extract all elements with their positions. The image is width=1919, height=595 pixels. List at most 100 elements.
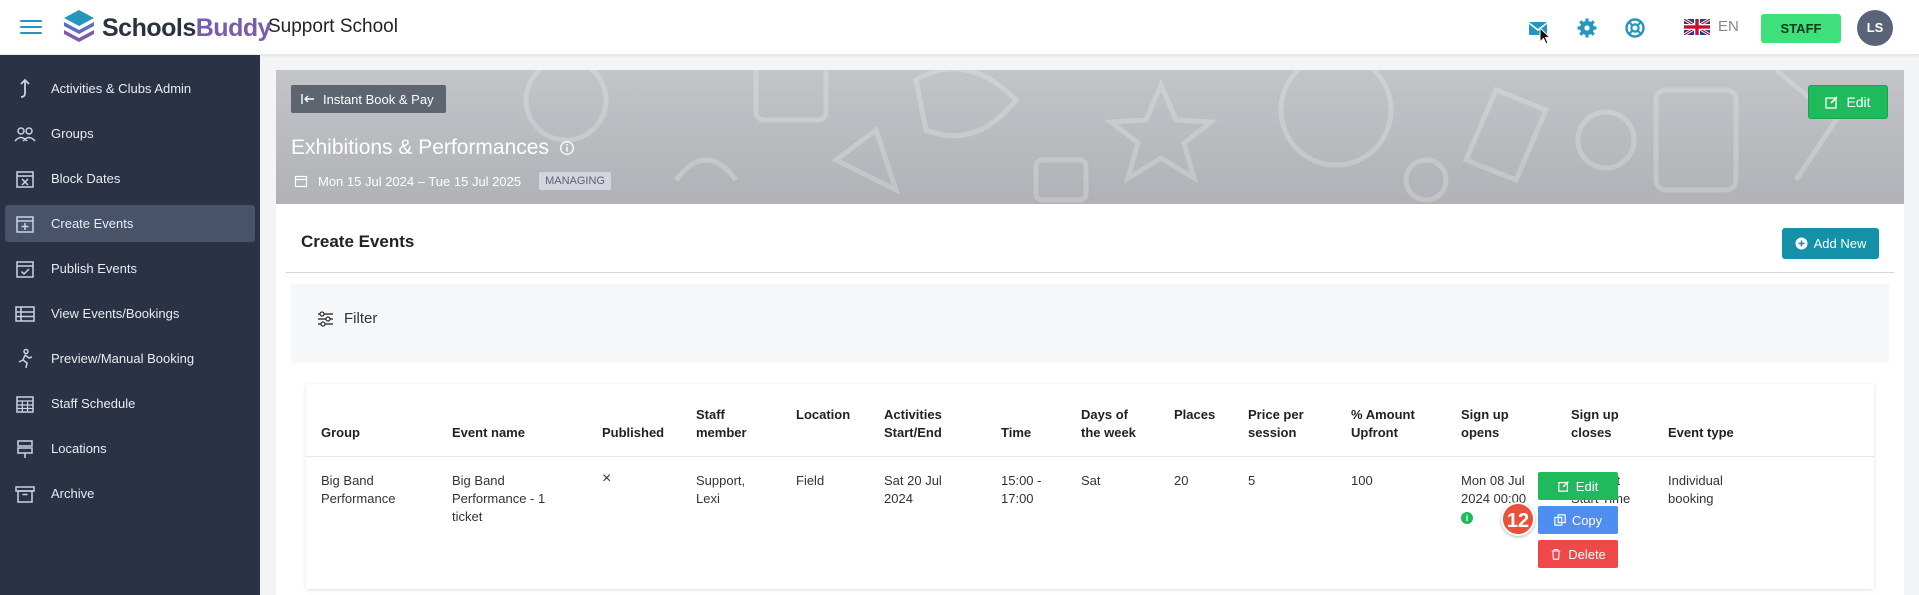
sidebar-item-label: Preview/Manual Booking [51, 351, 195, 366]
logo-text: SchoolsBuddy [102, 13, 272, 43]
staff-role-button[interactable]: STAFF [1761, 14, 1841, 43]
cell-line: Performance [321, 491, 396, 506]
column-header-location: Location [796, 407, 851, 422]
plus-circle-icon [1795, 237, 1808, 250]
row-edit-button[interactable]: Edit [1538, 472, 1618, 500]
trash-icon [1551, 548, 1561, 560]
events-table: Group Event name Published Staff member L… [306, 384, 1874, 589]
header-line: member [696, 425, 747, 440]
logo-icon [64, 10, 94, 42]
filter-label: Filter [344, 310, 378, 327]
sidebar-item-archive[interactable]: Archive [5, 475, 255, 512]
sidebar-item-label: Archive [51, 486, 95, 501]
cell-price: 5 [1248, 473, 1256, 488]
header-line: % Amount [1351, 407, 1415, 422]
row-delete-button[interactable]: Delete [1538, 540, 1618, 568]
edit-icon [1825, 96, 1839, 109]
help-lifebuoy-icon[interactable] [1623, 16, 1647, 40]
column-header-published: Published [602, 425, 665, 440]
column-header-sign-up-closes: Sign up closes [1571, 406, 1619, 442]
column-header-activities-start-end: Activities Start/End [884, 406, 942, 442]
sidebar-item-label: Block Dates [51, 171, 121, 186]
step-number-badge: 12 [1501, 502, 1535, 536]
sidebar-item-locations[interactable]: Locations [5, 430, 255, 467]
cell-line: Support, [696, 473, 746, 488]
divider [286, 272, 1894, 273]
cell-line: Big Band [452, 473, 505, 488]
row-copy-label: Copy [1571, 512, 1603, 528]
sidebar-item-groups[interactable]: Groups [5, 115, 255, 152]
cell-upfront: 100 [1351, 473, 1373, 488]
sidebar-item-preview-manual-booking[interactable]: Preview/Manual Booking [5, 340, 255, 377]
add-new-event-button[interactable]: Add New [1782, 228, 1879, 259]
cell-activities-start: Sat 20 Jul 2024 [884, 472, 942, 508]
header-line: Upfront [1351, 425, 1398, 440]
mouse-cursor-icon [1539, 27, 1551, 45]
sidebar-item-label: View Events/Bookings [51, 306, 180, 321]
language-selector[interactable]: EN [1684, 18, 1739, 35]
sidebar-item-create-events[interactable]: Create Events [5, 205, 255, 242]
cell-line: 2024 [884, 491, 913, 506]
column-header-days-of-week: Days of the week [1081, 406, 1136, 442]
header-line: Sign up [1461, 407, 1509, 422]
cell-line: booking [1668, 491, 1714, 506]
uk-flag-icon [1684, 18, 1710, 35]
edit-button-label: Edit [1846, 94, 1871, 110]
column-header-staff-member: Staff member [696, 406, 747, 442]
row-edit-label: Edit [1575, 478, 1599, 494]
row-copy-button[interactable]: Copy [1538, 506, 1618, 534]
header-line: Activities [884, 407, 942, 422]
filter-toggle[interactable]: Filter [317, 310, 377, 327]
sidebar-item-publish-events[interactable]: Publish Events [5, 250, 255, 287]
column-header-places: Places [1174, 407, 1216, 422]
event-banner: Instant Book & Pay Edit Exhibitions & Pe… [276, 70, 1904, 204]
sidebar: Activities & Clubs Admin Groups Block Da… [0, 55, 260, 595]
header-line: Days of [1081, 407, 1128, 422]
archive-box-icon [15, 485, 35, 503]
header-line: Start/End [884, 425, 942, 440]
sidebar-item-label: Activities & Clubs Admin [51, 81, 192, 96]
back-to-instant-book-button[interactable]: Instant Book & Pay [291, 85, 446, 113]
cell-line: Individual [1668, 473, 1723, 488]
cell-event-type: Individual booking [1668, 472, 1723, 508]
date-range-text: Mon 15 Jul 2024 – Tue 15 Jul 2025 [318, 173, 522, 189]
cell-event-name: Big Band Performance - 1 ticket [452, 472, 545, 526]
column-header-time: Time [1001, 425, 1032, 440]
table-icon [15, 305, 35, 322]
gear-icon[interactable] [1575, 16, 1599, 40]
info-icon[interactable] [559, 140, 575, 156]
cell-line: Lexi [696, 491, 720, 506]
column-header-sign-up-opens: Sign up opens [1461, 406, 1509, 442]
header-line: session [1248, 425, 1297, 440]
column-header-price-per-session: Price per session [1248, 406, 1304, 442]
calendar-grid-icon [16, 395, 34, 413]
app-logo[interactable]: SchoolsBuddy [62, 8, 272, 48]
logo-part2: Buddy [195, 13, 272, 42]
menu-icon[interactable] [20, 16, 42, 36]
sidebar-item-block-dates[interactable]: Block Dates [5, 160, 255, 197]
person-running-icon [18, 348, 33, 368]
sidebar-item-activities-clubs-admin[interactable]: Activities & Clubs Admin [5, 70, 255, 107]
cell-places: 20 [1174, 473, 1189, 488]
row-delete-label: Delete [1568, 546, 1606, 562]
edit-activity-button[interactable]: Edit [1808, 85, 1888, 119]
user-avatar[interactable]: LS [1857, 10, 1893, 46]
sidebar-item-label: Groups [51, 126, 94, 141]
top-bar: SchoolsBuddy Support School EN STAFF LS [0, 0, 1919, 55]
cell-line: ticket [452, 509, 483, 524]
calendar-plus-icon [16, 215, 34, 233]
page-title: Create Events [301, 232, 415, 251]
info-dot-icon[interactable]: i [1461, 512, 1473, 524]
activity-date-range: Mon 15 Jul 2024 – Tue 15 Jul 2025 MANAGI… [294, 172, 611, 190]
table-header-divider [306, 456, 1874, 457]
copy-icon [1554, 514, 1566, 526]
edit-icon [1558, 481, 1569, 492]
sidebar-item-staff-schedule[interactable]: Staff Schedule [5, 385, 255, 422]
language-code: EN [1718, 18, 1739, 35]
header-line: Price per [1248, 407, 1304, 422]
column-header-amount-upfront: % Amount Upfront [1351, 406, 1415, 442]
sidebar-item-label: Staff Schedule [51, 396, 136, 411]
cell-line: 17:00 [1001, 491, 1034, 506]
sliders-icon [318, 310, 333, 327]
sidebar-item-view-events-bookings[interactable]: View Events/Bookings [5, 295, 255, 332]
